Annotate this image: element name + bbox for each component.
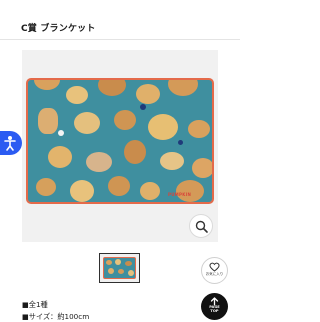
product-main-image[interactable]: PUMPKIN <box>22 50 218 242</box>
magnifier-icon <box>195 220 208 233</box>
accessibility-person-icon <box>4 136 16 151</box>
header-bar: C賞 ブランケット <box>0 0 240 40</box>
zoom-button[interactable] <box>189 214 213 238</box>
favorite-label: お気に入り <box>205 272 224 276</box>
page-top-label-2: TOP <box>210 309 219 314</box>
favorite-button[interactable]: お気に入り <box>201 257 228 284</box>
accessibility-button[interactable] <box>0 131 22 155</box>
bullet: ■ <box>22 312 29 321</box>
blanket-logo: PUMPKIN <box>168 192 192 197</box>
blanket-image: PUMPKIN <box>26 78 214 204</box>
detail-line: ■サイズ：約100cm <box>22 312 89 322</box>
thumbnail-image[interactable] <box>99 253 140 283</box>
detail-line: ■全1種 <box>22 300 48 310</box>
detail-text: サイズ：約100cm <box>28 312 90 321</box>
bullet: ■ <box>22 300 29 309</box>
page-title: C賞 ブランケット <box>21 24 96 34</box>
heart-icon <box>209 262 220 272</box>
detail-text: 全1種 <box>28 300 48 309</box>
page-top-button[interactable]: PAGE TOP <box>201 293 228 320</box>
